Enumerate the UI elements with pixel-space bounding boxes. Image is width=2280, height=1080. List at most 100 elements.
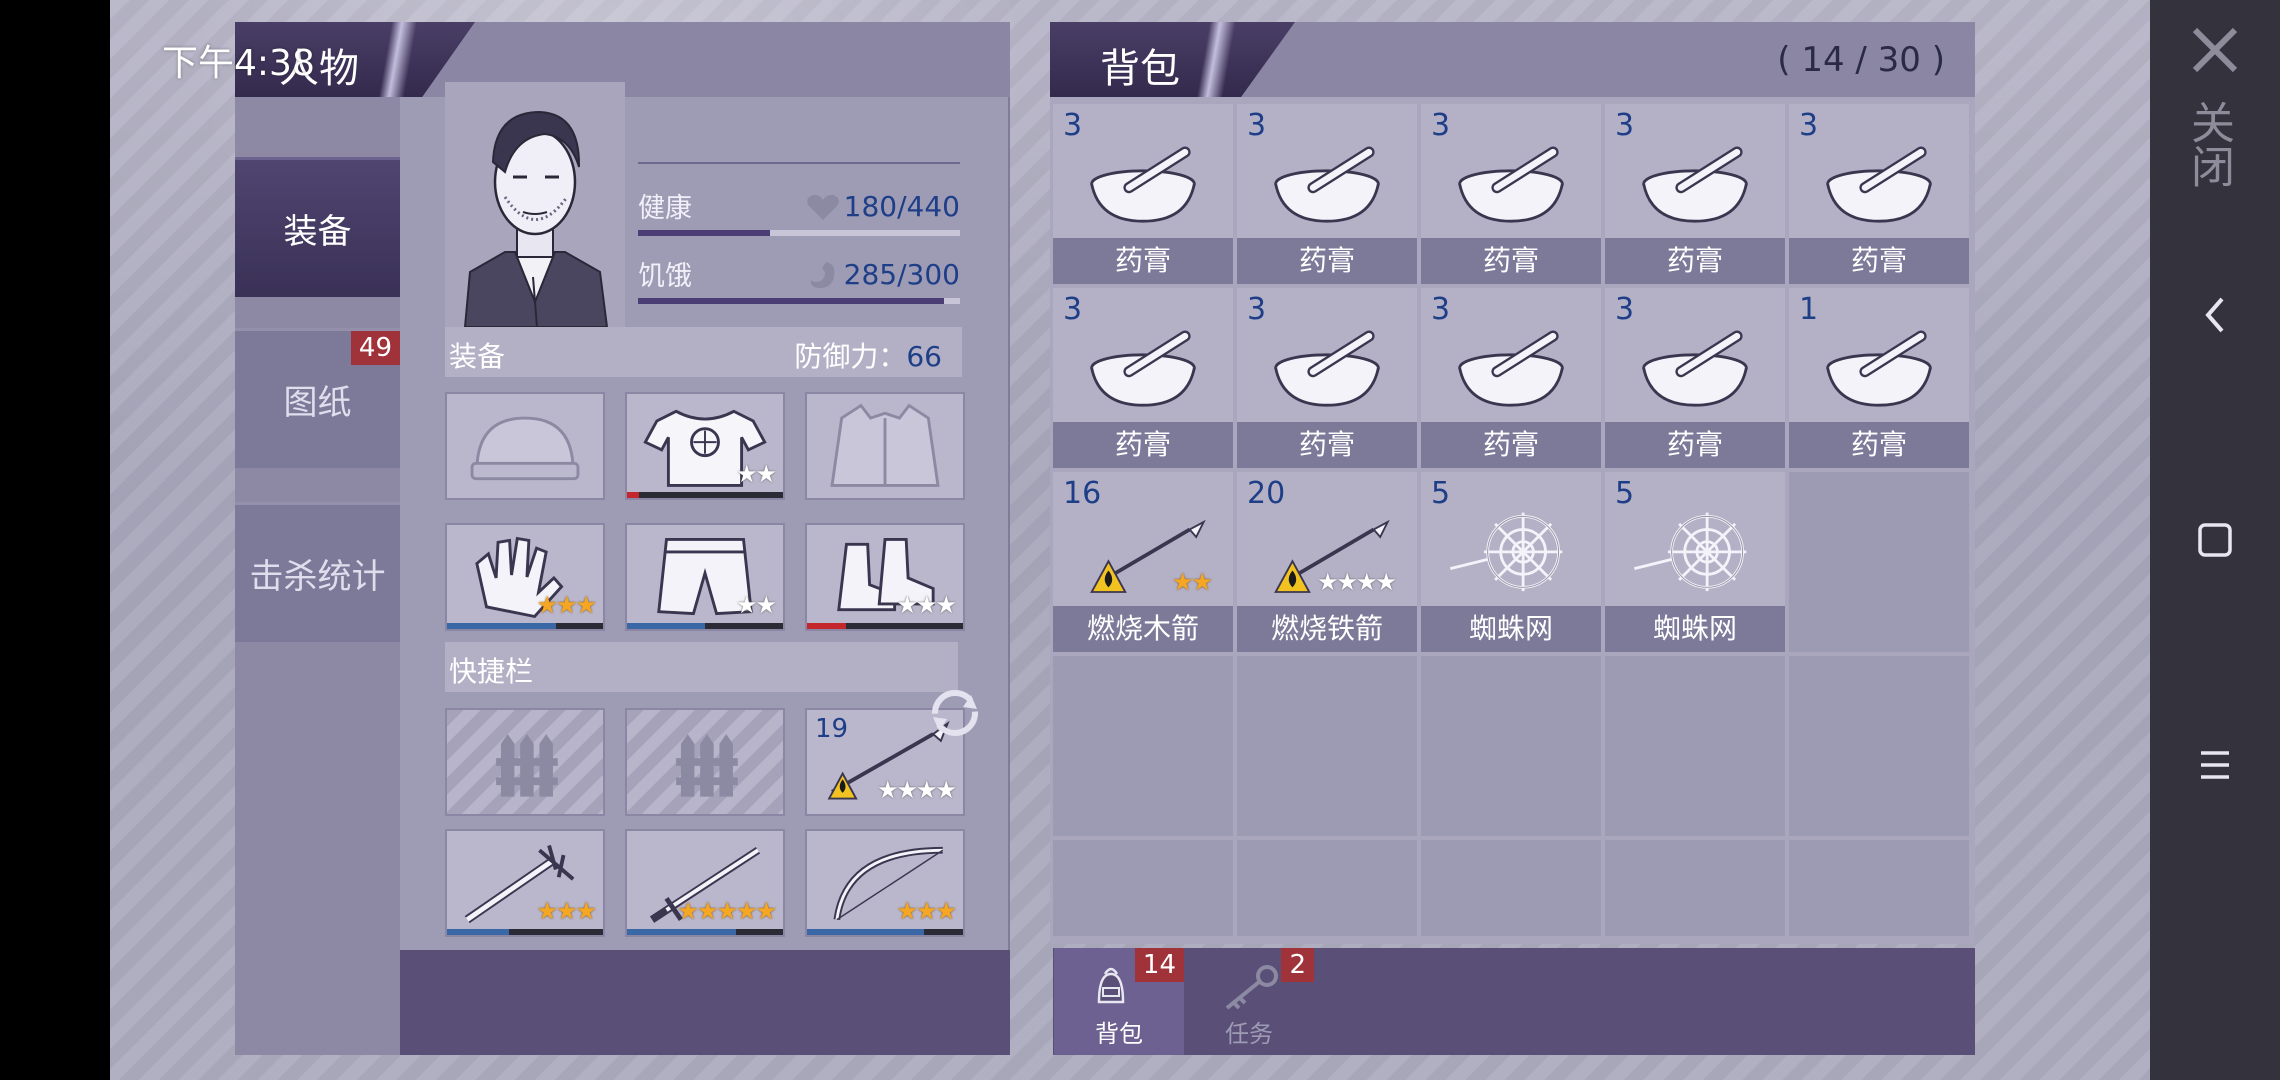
bag-empty-slot[interactable] bbox=[1053, 656, 1233, 836]
equipment-slot-5[interactable]: ★★★ bbox=[805, 523, 965, 631]
bag-item[interactable]: 3 药膏 bbox=[1237, 104, 1417, 284]
quickbar-slot-3[interactable]: ★★★ bbox=[445, 829, 605, 937]
star-icon: ★ bbox=[755, 460, 776, 488]
bag-item[interactable]: 3 药膏 bbox=[1421, 104, 1601, 284]
durability-bar bbox=[807, 623, 963, 629]
home-button[interactable] bbox=[2150, 515, 2280, 565]
star-icon: ★ bbox=[696, 897, 718, 925]
star-icon: ★ bbox=[575, 897, 596, 925]
quickbar-slot-0[interactable] bbox=[445, 708, 605, 816]
bag-capacity: ( 14 / 30 ) bbox=[1777, 40, 1945, 80]
star-icon: ★ bbox=[555, 897, 577, 925]
bag-item[interactable]: 1 药膏 bbox=[1789, 288, 1969, 468]
bag-empty-slot[interactable] bbox=[1053, 840, 1233, 936]
heart-icon bbox=[807, 194, 839, 220]
bag-empty-slot[interactable] bbox=[1421, 656, 1601, 836]
bag-empty-slot[interactable] bbox=[1605, 840, 1785, 936]
bag-empty-slot[interactable] bbox=[1237, 840, 1417, 936]
bag-panel: 背包 ( 14 / 30 ) 3 药膏 3 药膏 3 药膏 3 药膏 3 药膏 3 药膏 3 药膏 3 药膏 3… bbox=[1050, 22, 1975, 944]
bag-item[interactable]: 3 药膏 bbox=[1789, 104, 1969, 284]
item-name: 蜘蛛网 bbox=[1421, 606, 1601, 652]
star-icon: ★ bbox=[896, 897, 917, 925]
tab-equipment-label: 装备 bbox=[283, 212, 352, 252]
bag-empty-slot[interactable] bbox=[1237, 656, 1417, 836]
item-name: 药膏 bbox=[1789, 238, 1969, 284]
back-button[interactable] bbox=[2150, 290, 2280, 340]
bag-empty-slot[interactable] bbox=[1605, 656, 1785, 836]
locked-fence-icon bbox=[496, 734, 558, 797]
star-icon: ★ bbox=[555, 591, 577, 619]
tab-kill-stats[interactable]: 击杀统计 bbox=[235, 502, 400, 642]
item-name: 药膏 bbox=[1605, 422, 1785, 468]
quickbar-slot-5[interactable]: ★★★ bbox=[805, 829, 965, 937]
star-icon: ★ bbox=[935, 591, 956, 619]
item-name: 药膏 bbox=[1053, 238, 1233, 284]
bag-item[interactable]: 3 药膏 bbox=[1053, 288, 1233, 468]
equipment-slot-3[interactable]: ★★★ bbox=[445, 523, 605, 631]
star-icon: ★ bbox=[935, 897, 956, 925]
bag-item[interactable]: 3 药膏 bbox=[1421, 288, 1601, 468]
bag-empty-slot[interactable] bbox=[1789, 472, 1969, 652]
mortar-icon bbox=[1826, 330, 1932, 407]
health-stat: 健康 180/440 bbox=[638, 186, 960, 242]
equipment-slot-4[interactable]: ★★ bbox=[625, 523, 785, 631]
status-time: 下午4:38 bbox=[162, 43, 315, 84]
star-icon: ★ bbox=[935, 776, 956, 804]
bag-item[interactable]: 5 蜘蛛网 bbox=[1605, 472, 1785, 652]
defense-label: 防御力： bbox=[794, 340, 907, 373]
bag-empty-slot[interactable] bbox=[1421, 840, 1601, 936]
bag-item[interactable]: 5 蜘蛛网 bbox=[1421, 472, 1601, 652]
slot-stars: ★★★ bbox=[896, 591, 956, 619]
bag-empty-slot[interactable] bbox=[1789, 840, 1969, 936]
health-bar bbox=[638, 230, 960, 236]
bag-item[interactable]: 20 ★★★★ 燃烧铁箭 bbox=[1237, 472, 1417, 652]
star-icon: ★ bbox=[735, 460, 757, 488]
bottom-tab-bag[interactable]: 14 背包 bbox=[1054, 948, 1184, 1055]
item-name: 燃烧铁箭 bbox=[1237, 606, 1417, 652]
durability-bar bbox=[447, 623, 603, 629]
tab-blueprints[interactable]: 图纸 49 bbox=[235, 328, 400, 468]
mortar-icon bbox=[1826, 146, 1932, 223]
star-icon: ★ bbox=[536, 897, 557, 925]
durability-bar bbox=[807, 929, 963, 935]
item-name: 药膏 bbox=[1605, 238, 1785, 284]
equipment-slot-1[interactable]: ★★ bbox=[625, 392, 785, 500]
home-icon bbox=[2198, 523, 2232, 557]
blueprints-badge: 49 bbox=[350, 331, 400, 365]
swap-icon[interactable] bbox=[925, 685, 985, 740]
star-icon: ★ bbox=[896, 591, 917, 619]
quickbar-slot-4[interactable]: ★★★★★ bbox=[625, 829, 785, 937]
menu-button[interactable] bbox=[2150, 740, 2280, 790]
bottom-tab-label: 任务 bbox=[1225, 1020, 1273, 1048]
bottom-tab-tasks[interactable]: 2 任务 bbox=[1184, 948, 1314, 1055]
character-panel-footer bbox=[400, 950, 1010, 1055]
defense-value: 66 bbox=[906, 340, 942, 373]
durability-bar bbox=[627, 623, 783, 629]
bag-empty-slot[interactable] bbox=[1789, 656, 1969, 836]
quickbar-slot-1[interactable] bbox=[625, 708, 785, 816]
equipment-slot-2[interactable] bbox=[805, 392, 965, 500]
locked-fence-icon bbox=[676, 734, 738, 797]
tab-equipment[interactable]: 装备 bbox=[235, 157, 400, 297]
key-icon bbox=[1225, 965, 1278, 1010]
star-icon: ★ bbox=[915, 776, 937, 804]
hunger-bar bbox=[638, 298, 960, 304]
hunger-value: 285/300 bbox=[843, 258, 960, 291]
spider-web-icon bbox=[1449, 512, 1563, 592]
hunger-bar-fill bbox=[638, 298, 944, 304]
close-button[interactable] bbox=[2150, 20, 2280, 80]
slot-stars: ★★★ bbox=[896, 897, 956, 925]
item-name: 药膏 bbox=[1421, 422, 1601, 468]
bag-item[interactable]: 3 药膏 bbox=[1605, 104, 1785, 284]
mortar-icon bbox=[1458, 146, 1564, 223]
beanie-icon bbox=[470, 416, 580, 481]
slot-stars: ★★★ bbox=[536, 591, 596, 619]
bag-item[interactable]: 3 药膏 bbox=[1053, 104, 1233, 284]
bag-item[interactable]: 16 ★★ 燃烧木箭 bbox=[1053, 472, 1233, 652]
health-value: 180/440 bbox=[843, 190, 960, 223]
equipment-slot-0[interactable] bbox=[445, 392, 605, 500]
quickbar-title: 快捷栏 bbox=[449, 655, 534, 688]
star-icon: ★ bbox=[896, 776, 917, 804]
bag-item[interactable]: 3 药膏 bbox=[1605, 288, 1785, 468]
bag-item[interactable]: 3 药膏 bbox=[1237, 288, 1417, 468]
